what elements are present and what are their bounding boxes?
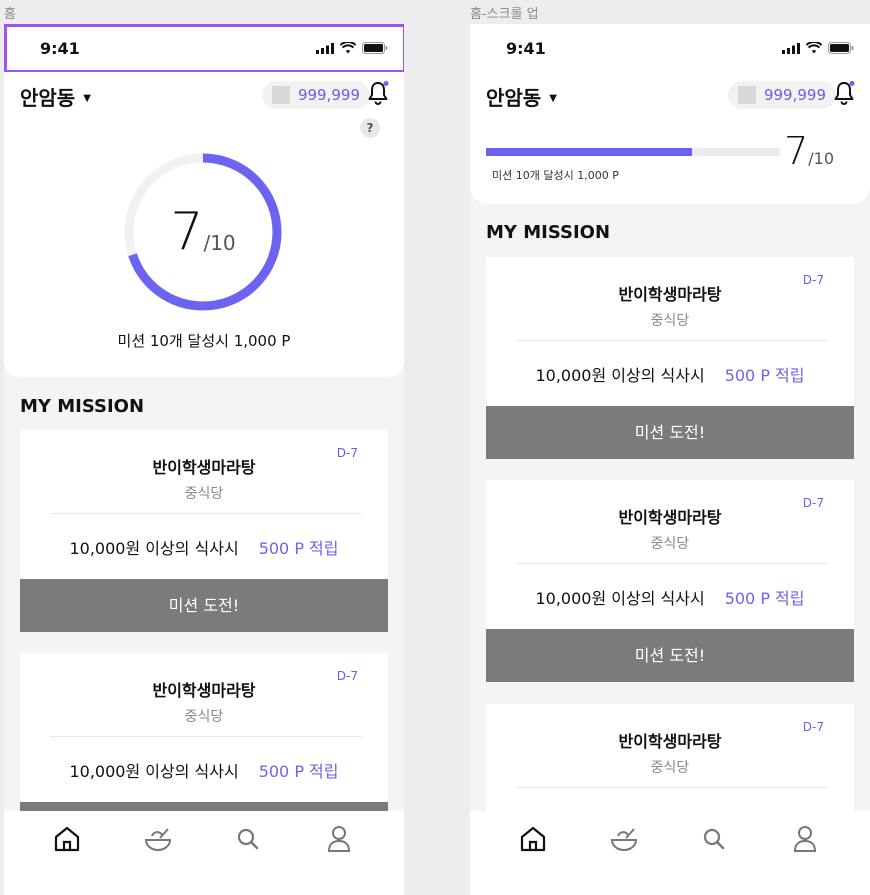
mission-condition: 10,000원 이상 의 식사시 500 P 적립 xyxy=(486,362,854,386)
points-icon xyxy=(271,86,290,104)
signal-icon xyxy=(782,42,800,54)
mission-reward: 500 P 적립 xyxy=(258,762,339,781)
home-icon[interactable] xyxy=(517,823,549,855)
mission-reward: 500 P 적립 xyxy=(724,589,805,608)
condition-amount: 10,000원 이상 xyxy=(535,589,641,608)
progress-total: /10 xyxy=(203,231,236,255)
restaurant-category: 중식당 xyxy=(650,313,690,329)
restaurant-name: 반이학생마라탕 xyxy=(152,458,256,477)
mission-reward: 500 P 적립 xyxy=(258,539,339,558)
mission-challenge-button[interactable]: 미션 도전! xyxy=(20,579,388,632)
mission-challenge-button[interactable]: 미션 도전! xyxy=(486,629,854,682)
food-bowl-icon[interactable] xyxy=(142,823,174,855)
condition-text: 의 식사시 xyxy=(640,366,705,385)
selection-outline xyxy=(4,24,404,73)
food-bowl-icon[interactable] xyxy=(608,823,640,855)
divider xyxy=(516,787,828,788)
dday-badge: D-7 xyxy=(336,669,358,683)
tab-bar xyxy=(4,811,404,895)
progress-total: /10 xyxy=(808,149,834,168)
status-time: 9:41 xyxy=(506,39,546,58)
dday-badge: D-7 xyxy=(802,496,824,510)
divider xyxy=(516,340,828,341)
home-scrolled-screen: 9:41 안암동 ▼ 999,999 7 /10 미션 10개 달성시 1,00… xyxy=(470,24,870,895)
points-badge[interactable]: 999,999 xyxy=(261,81,370,109)
search-icon[interactable] xyxy=(232,823,264,855)
mission-reward: 500 P 적립 xyxy=(724,366,805,385)
condition-text: 의 식사시 xyxy=(640,589,705,608)
frame-label-scroll: 홈-스크롤 업 xyxy=(470,7,539,22)
search-icon[interactable] xyxy=(698,823,730,855)
tab-bar xyxy=(470,811,870,895)
condition-amount: 10,000원 이상 xyxy=(69,539,175,558)
restaurant-category: 중식당 xyxy=(184,709,224,725)
location-label: 안암동 xyxy=(20,86,76,110)
condition-text: 의 식사시 xyxy=(174,762,239,781)
profile-icon[interactable] xyxy=(789,823,821,855)
battery-icon xyxy=(828,42,854,54)
mission-condition: 10,000원 이상 의 식사시 500 P 적립 xyxy=(20,758,388,782)
restaurant-category: 중식당 xyxy=(650,760,690,776)
points-icon xyxy=(737,86,756,104)
mission-condition: 10,000원 이상 의 식사시 500 P 적립 xyxy=(486,585,854,609)
restaurant-name: 반이학생마라탕 xyxy=(618,732,722,751)
mission-card[interactable]: 반이학생마라탕 중식당 D-7 10,000원 이상 의 식사시 500 P 적… xyxy=(486,257,854,459)
bell-icon[interactable] xyxy=(366,80,390,106)
restaurant-category: 중식당 xyxy=(650,536,690,552)
condition-amount: 10,000원 이상 xyxy=(69,762,175,781)
progress-done: 7 xyxy=(784,129,809,173)
help-button[interactable]: ? xyxy=(360,118,380,138)
dday-badge: D-7 xyxy=(802,720,824,734)
progress-count: 7 /10 xyxy=(123,152,283,312)
home-icon[interactable] xyxy=(51,823,83,855)
restaurant-category: 중식당 xyxy=(184,486,224,502)
location-selector[interactable]: 안암동 ▼ xyxy=(486,82,557,111)
mission-card[interactable]: 반이학생마라탕 중식당 D-7 10,000원 이상 의 식사시 500 P 적… xyxy=(486,480,854,682)
divider xyxy=(50,513,362,514)
progress-reward-text: 미션 10개 달성시 1,000 P xyxy=(492,169,619,182)
progress-count: 7 /10 xyxy=(784,132,834,170)
status-icons xyxy=(782,42,854,54)
condition-amount: 10,000원 이상 xyxy=(535,366,641,385)
points-value: 999,999 xyxy=(297,86,360,104)
wifi-icon xyxy=(806,42,822,54)
profile-icon[interactable] xyxy=(323,823,355,855)
progress-bar xyxy=(486,148,780,156)
location-selector[interactable]: 안암동 ▼ xyxy=(20,82,91,111)
mission-challenge-button[interactable]: 미션 도전! xyxy=(486,406,854,459)
divider xyxy=(516,563,828,564)
mission-condition: 10,000원 이상 의 식사시 500 P 적립 xyxy=(20,535,388,559)
frame-label-home: 홈 xyxy=(4,7,16,22)
points-value: 999,999 xyxy=(763,86,826,104)
divider xyxy=(50,736,362,737)
dday-badge: D-7 xyxy=(336,446,358,460)
restaurant-name: 반이학생마라탕 xyxy=(152,681,256,700)
bell-icon[interactable] xyxy=(832,80,856,106)
home-screen: 9:41 안암동 ▼ 999,999 ? 7 /10 미션 10개 달성시 1,… xyxy=(4,24,404,895)
status-bar: 9:41 xyxy=(470,24,870,72)
progress-done: 7 xyxy=(170,202,204,262)
points-badge[interactable]: 999,999 xyxy=(727,81,836,109)
progress-bar-fill xyxy=(486,148,692,156)
caret-down-icon: ▼ xyxy=(549,93,557,104)
progress-card: 안암동 ▼ 999,999 ? 7 /10 미션 10개 달성시 1,000 P xyxy=(4,72,404,377)
location-label: 안암동 xyxy=(486,86,542,110)
mission-card[interactable]: 반이학생마라탕 중식당 D-7 10,000원 이상 의 식사시 500 P 적… xyxy=(20,430,388,632)
condition-text: 의 식사시 xyxy=(174,539,239,558)
caret-down-icon: ▼ xyxy=(83,93,91,104)
progress-reward-text: 미션 10개 달성시 1,000 P xyxy=(117,332,291,350)
dday-badge: D-7 xyxy=(802,273,824,287)
progress-card-compact: 안암동 ▼ 999,999 7 /10 미션 10개 달성시 1,000 P xyxy=(470,72,870,204)
restaurant-name: 반이학생마라탕 xyxy=(618,508,722,527)
section-title: MY MISSION xyxy=(486,222,611,243)
restaurant-name: 반이학생마라탕 xyxy=(618,285,722,304)
section-title: MY MISSION xyxy=(20,396,145,417)
